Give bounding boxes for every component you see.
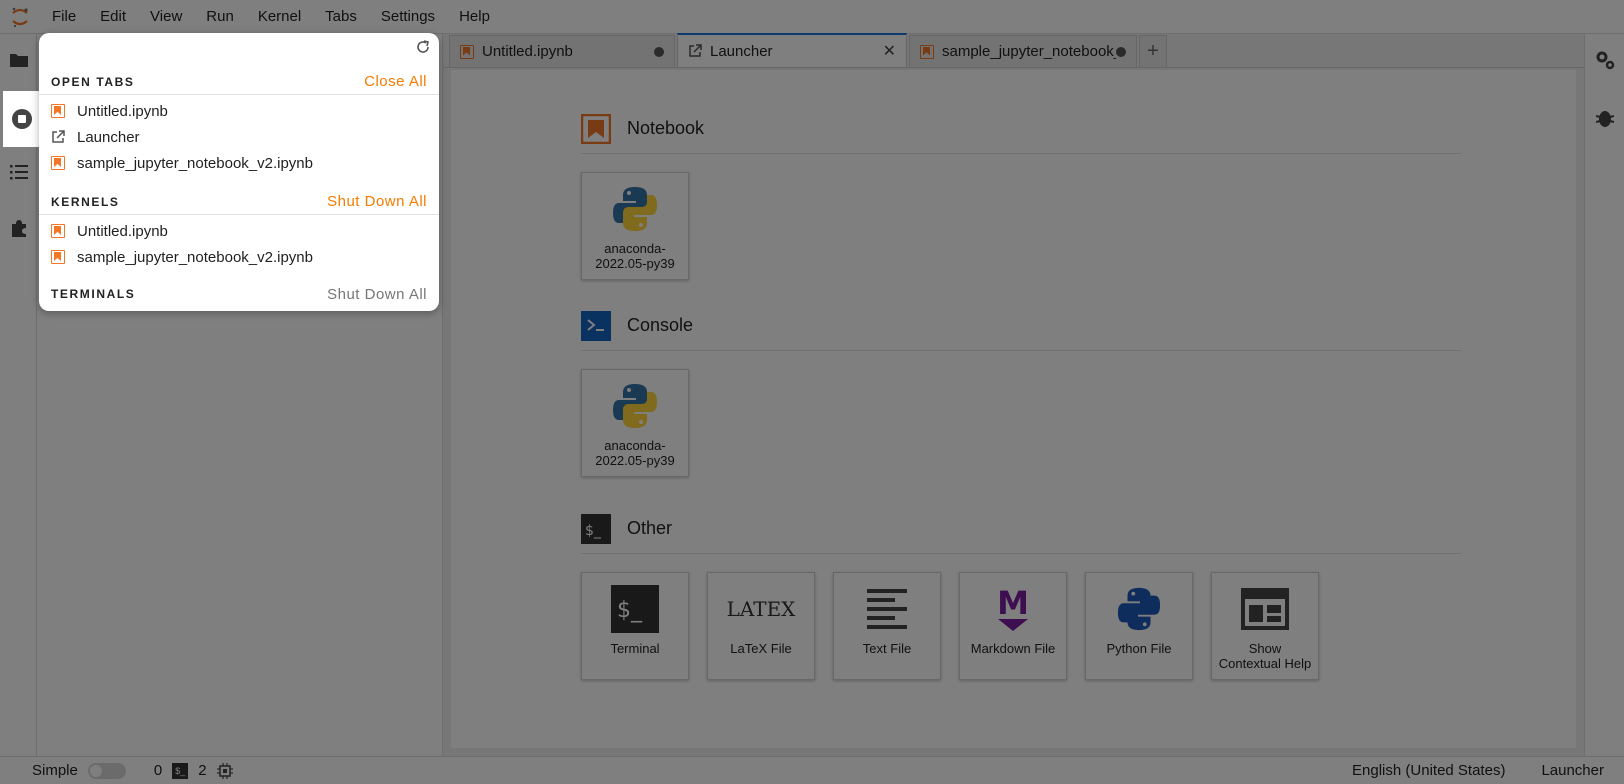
kernel-name: sample_jupyter_notebook_v2.ipynb bbox=[77, 248, 313, 266]
open-tabs-header: OPEN TABS Close All bbox=[39, 69, 439, 95]
open-tabs-title: OPEN TABS bbox=[51, 74, 135, 89]
kernels-title: KERNELS bbox=[51, 194, 120, 209]
shut-down-all-kernels-button[interactable]: Shut Down All bbox=[327, 193, 427, 210]
launcher-icon bbox=[52, 130, 65, 143]
open-tab-item[interactable]: Untitled.ipynb bbox=[39, 98, 439, 124]
open-tab-name: Launcher bbox=[77, 128, 140, 146]
terminals-title: TERMINALS bbox=[51, 287, 136, 301]
close-all-button[interactable]: Close All bbox=[364, 73, 427, 90]
kernel-name: Untitled.ipynb bbox=[77, 222, 168, 240]
refresh-icon[interactable] bbox=[415, 39, 431, 55]
notebook-icon bbox=[51, 104, 65, 118]
running-sessions-panel: OPEN TABS Close All Untitled.ipynb Launc… bbox=[39, 33, 439, 311]
open-tab-name: Untitled.ipynb bbox=[77, 102, 168, 120]
shut-down-all-terminals-button[interactable]: Shut Down All bbox=[327, 286, 427, 303]
notebook-icon bbox=[51, 156, 65, 170]
open-tab-item[interactable]: sample_jupyter_notebook_v2.ipynb bbox=[39, 150, 439, 176]
kernels-header: KERNELS Shut Down All bbox=[39, 189, 439, 215]
kernel-item[interactable]: sample_jupyter_notebook_v2.ipynb bbox=[39, 244, 439, 270]
terminals-header: TERMINALS Shut Down All bbox=[39, 281, 439, 307]
open-tab-item[interactable]: Launcher bbox=[39, 124, 439, 150]
notebook-icon bbox=[51, 224, 65, 238]
running-sessions-icon[interactable] bbox=[3, 91, 40, 147]
open-tab-name: sample_jupyter_notebook_v2.ipynb bbox=[77, 154, 313, 172]
notebook-icon bbox=[51, 250, 65, 264]
kernel-item[interactable]: Untitled.ipynb bbox=[39, 218, 439, 244]
